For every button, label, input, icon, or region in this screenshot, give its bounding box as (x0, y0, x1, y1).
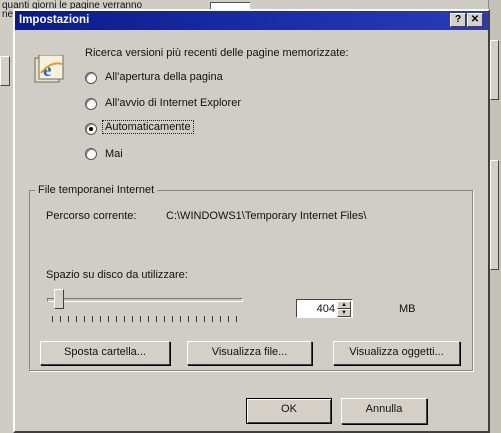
radio-on-ie-start[interactable] (85, 98, 97, 110)
radio-automatic[interactable] (85, 123, 97, 135)
radio-on-ie-start-label[interactable]: All'avvio di Internet Explorer (105, 97, 241, 109)
check-newer-heading: Ricerca versioni più recenti delle pagin… (85, 47, 349, 59)
move-folder-button[interactable]: Sposta cartella... (40, 341, 170, 365)
slider-ticks (52, 316, 244, 322)
background-button (0, 56, 10, 86)
radio-automatic-label[interactable]: Automaticamente (102, 120, 194, 134)
disk-space-slider-track[interactable] (47, 298, 243, 302)
view-files-button[interactable]: Visualizza file... (187, 341, 312, 365)
current-path-label: Percorso corrente: (46, 210, 137, 222)
spin-up-icon[interactable]: ▲ (337, 301, 351, 309)
radio-never[interactable] (85, 148, 97, 160)
temp-files-group-title: File temporanei Internet (35, 184, 158, 196)
internet-explorer-icon: e (34, 55, 64, 83)
dialog-title: Impostazioni (19, 14, 90, 26)
disk-space-slider-thumb[interactable] (54, 289, 65, 309)
background-control (490, 40, 499, 100)
view-objects-button[interactable]: Visualizza oggetti... (333, 341, 460, 365)
close-icon[interactable]: ✕ (467, 13, 483, 27)
help-icon[interactable]: ? (450, 13, 466, 27)
radio-on-page-open[interactable] (85, 72, 97, 84)
background-control-2 (490, 160, 499, 270)
current-path-value: C:\WINDOWS1\Temporary Internet Files\ (166, 210, 367, 222)
settings-dialog: Impostazioni ? ✕ e Ricerca versioni più … (13, 9, 490, 433)
cancel-button[interactable]: Annulla (341, 398, 427, 424)
disk-space-label: Spazio su disco da utilizzare: (46, 269, 188, 281)
spin-down-icon[interactable]: ▼ (337, 309, 351, 317)
title-bar[interactable]: Impostazioni ? ✕ (15, 11, 488, 30)
disk-space-input[interactable]: 404 ▲ ▼ (296, 299, 353, 318)
disk-space-unit: MB (399, 303, 416, 315)
radio-on-page-open-label[interactable]: All'apertura della pagina (105, 71, 223, 83)
ok-button[interactable]: OK (246, 398, 332, 424)
disk-space-value[interactable]: 404 (317, 303, 335, 315)
disk-space-spinner[interactable]: ▲ ▼ (337, 301, 351, 317)
radio-never-label[interactable]: Mai (105, 148, 123, 160)
